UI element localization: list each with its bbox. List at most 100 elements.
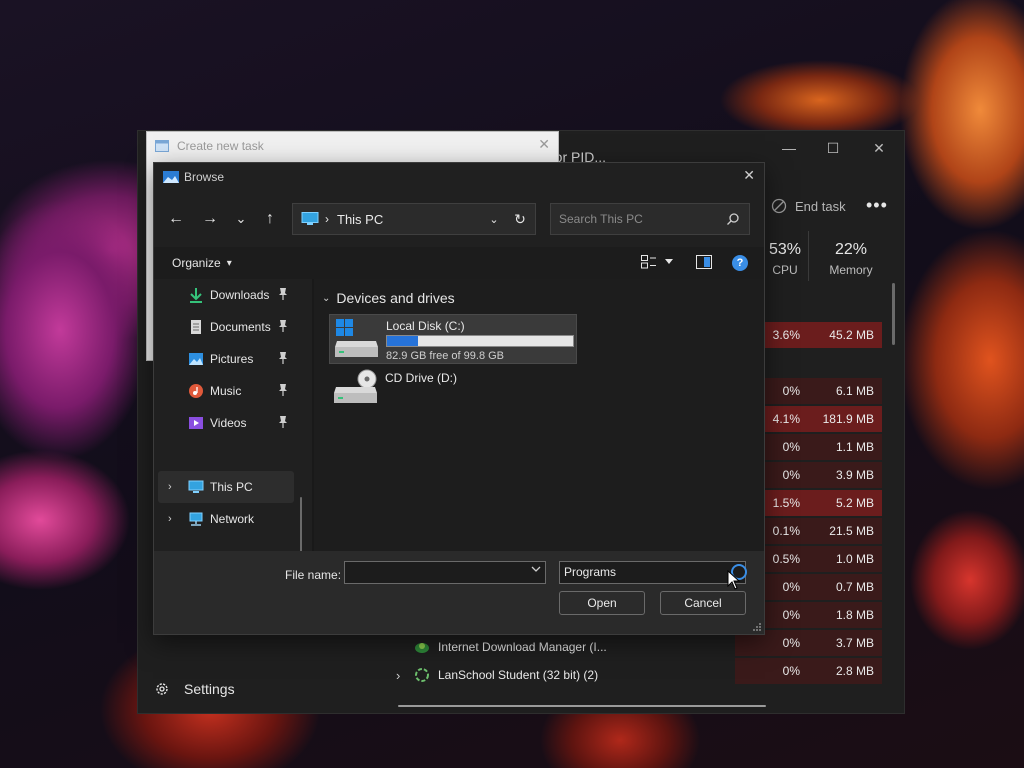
sidebar-item-this-pc[interactable]: › This PC [158, 471, 294, 503]
settings-nav-item[interactable]: Settings [154, 681, 235, 697]
end-task-button[interactable]: End task [771, 198, 846, 214]
drive-cd-d[interactable]: CD Drive (D:) [329, 367, 577, 417]
computer-icon [188, 479, 204, 495]
more-options-button[interactable]: ••• [866, 195, 888, 216]
process-name: LanSchool Student (32 bit) (2) [438, 668, 599, 682]
organize-menu[interactable]: Organize ▾ [172, 256, 232, 270]
browse-app-icon [163, 171, 179, 183]
cpu-column-header[interactable]: 53% CPU [762, 241, 808, 277]
drive-usage-fill [387, 336, 419, 346]
navigation-pane: Downloads Documents Pictures Music Video… [154, 279, 312, 631]
cpu-usage: 0% [735, 658, 806, 684]
process-row-lanschool[interactable]: › LanSchool Student (32 bit) (2) [396, 667, 598, 683]
minimize-button[interactable]: — [778, 137, 800, 159]
memory-usage: 21.5 MB [806, 518, 882, 544]
forward-button[interactable]: → [200, 209, 220, 229]
cancel-button[interactable]: Cancel [660, 591, 746, 615]
view-details-icon [641, 255, 657, 269]
preview-pane-icon[interactable] [696, 255, 712, 269]
sidebar-item-pictures[interactable]: Pictures [158, 343, 294, 375]
close-button[interactable]: ✕ [868, 137, 890, 159]
expand-chevron[interactable]: › [168, 481, 172, 493]
pin-icon [278, 319, 292, 335]
memory-usage: 1.1 MB [806, 434, 882, 460]
expand-chevron[interactable]: › [168, 513, 172, 525]
collapse-chevron: ⌄ [322, 292, 331, 304]
document-icon [188, 319, 204, 335]
file-type-value: Programs [564, 565, 617, 579]
chevron-down-icon [665, 259, 673, 265]
drive-name: Local Disk (C:) [386, 319, 465, 333]
memory-usage: 1.0 MB [806, 546, 882, 572]
sidebar-item-label: Videos [210, 416, 247, 430]
music-icon [188, 383, 204, 399]
sidebar-item-music[interactable]: Music [158, 375, 294, 407]
column-divider [808, 231, 809, 281]
memory-usage: 1.8 MB [806, 602, 882, 628]
maximize-button[interactable]: ☐ [822, 137, 844, 159]
refresh-button[interactable]: ↻ [505, 211, 535, 228]
file-name-value [345, 565, 349, 579]
recent-locations-button[interactable]: ⌄ [231, 209, 251, 229]
download-icon [188, 287, 204, 303]
breadcrumb-this-pc[interactable]: This PC [337, 212, 483, 227]
chevron-down-icon[interactable] [531, 566, 541, 573]
file-name-label: File name: [285, 568, 342, 582]
dropdown-arrow-icon: ▾ [226, 257, 232, 269]
pin-icon [278, 383, 292, 399]
help-button[interactable]: ? [732, 255, 748, 271]
address-bar[interactable]: › This PC ⌄ ↻ [292, 203, 536, 235]
group-title: Devices and drives [336, 290, 455, 306]
end-task-label: End task [795, 198, 846, 214]
sidebar-item-network[interactable]: › Network [158, 503, 294, 535]
idm-icon [414, 639, 430, 655]
memory-usage: 45.2 MB [806, 322, 882, 348]
drive-name: CD Drive (D:) [385, 371, 457, 385]
sidebar-item-documents[interactable]: Documents [158, 311, 294, 343]
memory-usage: 6.1 MB [806, 378, 882, 404]
memory-percent: 22% [834, 241, 868, 258]
run-icon [155, 140, 169, 152]
address-dropdown-button[interactable]: ⌄ [483, 213, 505, 226]
close-button[interactable]: ✕ [538, 136, 550, 153]
dialog-title: Create new task [177, 139, 264, 153]
videos-icon [188, 415, 204, 431]
expand-chevron[interactable]: › [396, 668, 406, 683]
sidebar-item-label: This PC [210, 480, 253, 494]
organize-label: Organize [172, 256, 221, 270]
sidebar-item-label: Pictures [210, 352, 254, 366]
up-button[interactable]: ↑ [260, 209, 280, 229]
sidebar-item-videos[interactable]: Videos [158, 407, 294, 439]
file-list-pane: ⌄ Devices and drives Local Disk (C:) 82.… [314, 279, 764, 551]
gear-icon [154, 681, 170, 697]
dialog-title: Browse [184, 170, 225, 184]
block-icon [771, 198, 787, 214]
horizontal-scrollbar[interactable] [398, 705, 766, 707]
memory-usage [806, 350, 882, 376]
file-type-filter[interactable]: Programs [559, 561, 747, 584]
open-button[interactable]: Open [559, 591, 645, 615]
close-button[interactable]: ✕ [743, 167, 755, 184]
process-row-idm[interactable]: Internet Download Manager (I... [396, 639, 607, 655]
sidebar-item-label: Documents [210, 320, 271, 334]
pictures-icon [188, 351, 204, 367]
change-view-button[interactable] [641, 255, 673, 269]
pin-icon [278, 415, 292, 431]
back-button[interactable]: ← [166, 209, 186, 229]
search-input[interactable]: Search This PC [550, 203, 750, 235]
network-icon [188, 511, 204, 527]
memory-label: Memory [829, 263, 873, 277]
process-usage-row[interactable]: 0% 2.8 MB [735, 658, 882, 684]
memory-column-header[interactable]: 22% Memory [814, 241, 888, 277]
sidebar-item-downloads[interactable]: Downloads [158, 279, 294, 311]
hard-drive-icon [334, 317, 380, 361]
memory-usage: 5.2 MB [806, 490, 882, 516]
resize-grip-icon[interactable] [752, 622, 762, 632]
devices-and-drives-group[interactable]: ⌄ Devices and drives [322, 290, 455, 306]
cpu-percent: 53% [768, 241, 802, 258]
sidebar-item-label: Downloads [210, 288, 270, 302]
file-name-input[interactable] [344, 561, 546, 584]
vertical-scrollbar[interactable] [892, 283, 895, 345]
browse-dialog: Browse ✕ ← → ⌄ ↑ › This PC ⌄ ↻ Search Th… [153, 162, 765, 635]
drive-local-disk-c[interactable]: Local Disk (C:) 82.9 GB free of 99.8 GB [329, 314, 577, 364]
